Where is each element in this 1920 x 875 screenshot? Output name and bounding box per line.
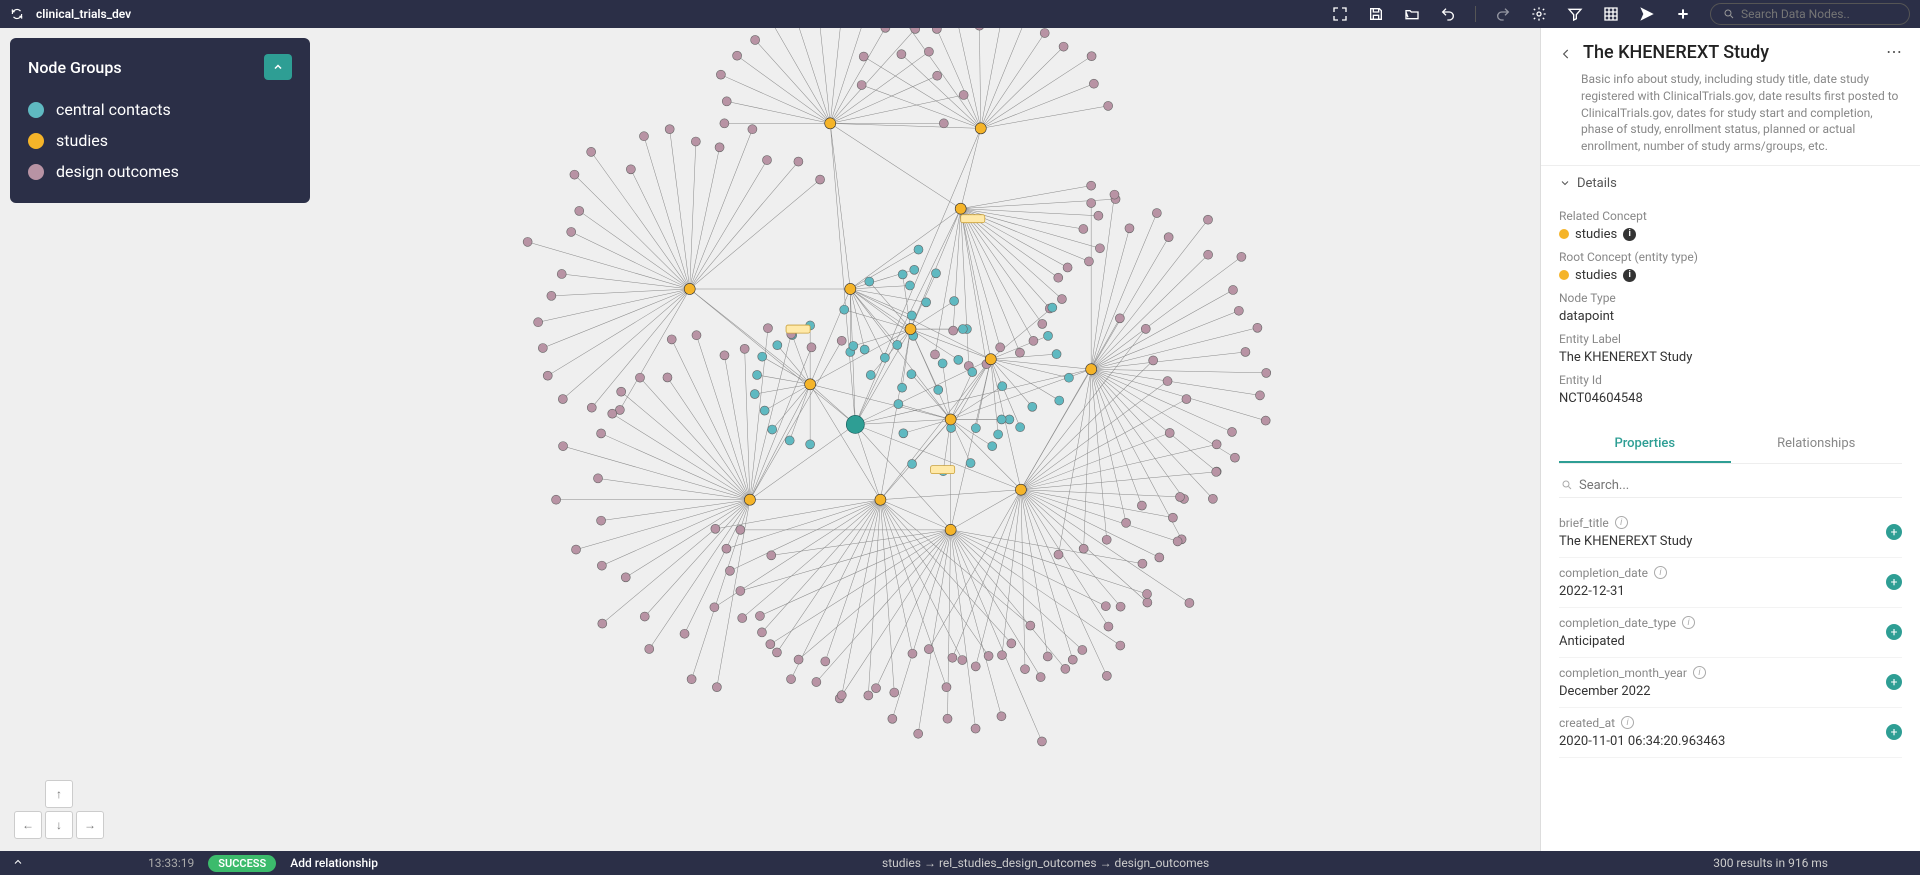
legend-item[interactable]: central contacts [28, 94, 292, 125]
entity-id-label: Entity Id [1559, 373, 1902, 387]
property-value: 2022-12-31 [1559, 584, 1902, 599]
tab-properties[interactable]: Properties [1559, 426, 1731, 463]
root-concept-label: Root Concept (entity type) [1559, 250, 1902, 264]
property-row: completion_date i 2022-12-31+ [1559, 558, 1902, 608]
property-row: created_at i 2020-11-01 06:34:20.963463+ [1559, 708, 1902, 758]
expand-icon[interactable] [1331, 5, 1349, 23]
info-icon[interactable]: i [1693, 666, 1706, 679]
property-value: 2020-11-01 06:34:20.963463 [1559, 734, 1902, 749]
more-icon[interactable]: ⋯ [1886, 42, 1902, 61]
save-icon[interactable] [1367, 5, 1385, 23]
details-header-label: Details [1577, 176, 1617, 191]
add-button[interactable]: + [1886, 674, 1902, 690]
search-box[interactable] [1710, 3, 1910, 25]
chevron-up-icon[interactable] [12, 856, 24, 871]
undo-icon[interactable] [1439, 5, 1457, 23]
info-icon[interactable]: i [1615, 516, 1628, 529]
filter-icon[interactable] [1566, 5, 1584, 23]
add-button[interactable]: + [1886, 574, 1902, 590]
property-search[interactable] [1559, 474, 1902, 498]
topbar-title: clinical_trials_dev [36, 7, 131, 21]
tab-relationships[interactable]: Relationships [1731, 426, 1903, 463]
chevron-down-icon [1559, 177, 1571, 189]
open-folder-icon[interactable] [1403, 5, 1421, 23]
related-concept-value: studies [1575, 227, 1617, 242]
property-value: Anticipated [1559, 634, 1902, 649]
property-value: The KHENEREXT Study [1559, 534, 1902, 549]
pan-down-button[interactable]: ↓ [45, 811, 73, 839]
property-value: December 2022 [1559, 684, 1902, 699]
pan-left-button[interactable]: ← [14, 811, 42, 839]
property-row: completion_date_type i Anticipated+ [1559, 608, 1902, 658]
legend-item[interactable]: design outcomes [28, 156, 292, 187]
status-time: 13:33:19 [148, 856, 194, 870]
add-button[interactable]: + [1886, 724, 1902, 740]
property-row: brief_title i The KHENEREXT Study+ [1559, 508, 1902, 558]
property-key: completion_date [1559, 566, 1648, 580]
pan-up-button[interactable]: ↑ [45, 780, 73, 808]
add-button[interactable]: + [1886, 624, 1902, 640]
plus-icon[interactable] [1674, 5, 1692, 23]
sidebar-description: Basic info about study, including study … [1581, 71, 1902, 155]
search-icon [1723, 8, 1735, 20]
bottombar: 13:33:19 SUCCESS Add relationship studie… [0, 851, 1920, 875]
property-key: brief_title [1559, 516, 1609, 530]
related-concept-label: Related Concept [1559, 209, 1902, 223]
details-section-header[interactable]: Details [1541, 165, 1920, 201]
search-input[interactable] [1741, 7, 1897, 21]
pan-right-button[interactable]: → [76, 811, 104, 839]
settings-icon[interactable] [1530, 5, 1548, 23]
info-icon[interactable]: i [1654, 566, 1667, 579]
back-icon[interactable] [1559, 46, 1573, 65]
legend-item[interactable]: studies [28, 125, 292, 156]
info-icon[interactable]: i [1623, 228, 1636, 241]
entity-label-value: The KHENEREXT Study [1559, 350, 1692, 365]
info-icon[interactable]: i [1623, 269, 1636, 282]
property-search-input[interactable] [1579, 478, 1900, 493]
legend-dot [28, 133, 44, 149]
graph-canvas[interactable]: Node Groups central contacts studies desig… [0, 28, 1540, 851]
property-key: completion_month_year [1559, 666, 1687, 680]
property-row: completion_month_year i December 2022+ [1559, 658, 1902, 708]
status-badge: SUCCESS [208, 855, 276, 872]
legend-dot [28, 164, 44, 180]
redo-icon[interactable] [1494, 5, 1512, 23]
collapse-button[interactable] [264, 54, 292, 80]
property-key: completion_date_type [1559, 616, 1676, 630]
property-key: created_at [1559, 716, 1615, 730]
add-button[interactable]: + [1886, 524, 1902, 540]
status-path: studies → rel_studies_design_outcomes → … [392, 856, 1699, 870]
legend-label: studies [56, 131, 108, 150]
entity-label-label: Entity Label [1559, 332, 1902, 346]
status-action: Add relationship [290, 856, 378, 870]
entity-id-value: NCT04604548 [1559, 391, 1643, 406]
node-type-label: Node Type [1559, 291, 1902, 305]
legend-label: design outcomes [56, 162, 179, 181]
info-icon[interactable]: i [1621, 716, 1634, 729]
info-icon[interactable]: i [1682, 616, 1695, 629]
plane-icon[interactable] [1638, 5, 1656, 23]
nav-arrows: ↑ ← ↓ → [14, 780, 104, 839]
topbar: clinical_trials_dev [0, 0, 1920, 28]
legend-label: central contacts [56, 100, 171, 119]
sidebar-title: The KHENEREXT Study [1583, 42, 1769, 63]
toolbar [1331, 3, 1910, 25]
legend-dot [28, 102, 44, 118]
refresh-icon[interactable] [10, 7, 24, 21]
node-type-value: datapoint [1559, 309, 1614, 324]
search-icon [1561, 479, 1573, 491]
details-sidebar: The KHENEREXT Study ⋯ Basic info about s… [1540, 28, 1920, 851]
legend-title: Node Groups [28, 58, 122, 77]
toolbar-divider [1475, 6, 1476, 22]
grid-icon[interactable] [1602, 5, 1620, 23]
root-concept-value: studies [1575, 268, 1617, 283]
status-results: 300 results in 916 ms [1713, 856, 1828, 870]
legend-panel: Node Groups central contacts studies desig… [10, 38, 310, 203]
